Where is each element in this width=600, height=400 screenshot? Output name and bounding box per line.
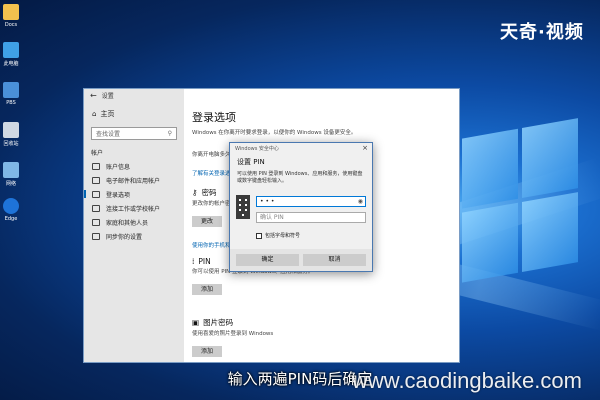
add-picture-password-button[interactable]: 添加 — [192, 346, 222, 357]
sidebar-home[interactable]: ⌂ 主页 — [84, 101, 184, 123]
dialog-description: 可以使用 PIN 登录到 Windows、应用和服务，使用键盘或数字键盘轻松输入… — [237, 171, 363, 184]
watermark: www.caodingbaike.com — [352, 368, 582, 393]
search-icon: ⚲ — [167, 130, 172, 137]
include-letters-checkbox-row[interactable]: 包括字母和符号 — [256, 232, 300, 239]
change-password-button[interactable]: 更改 — [192, 216, 222, 227]
sidebar-item-family[interactable]: 家庭和其他人员 — [84, 215, 184, 229]
computer-icon — [3, 42, 19, 58]
picture-password-text: 使用喜爱的照片登录到 Windows — [192, 331, 274, 337]
window-title: 设置 — [101, 92, 114, 100]
confirm-pin-input[interactable]: 确认 PIN — [256, 212, 366, 223]
key-icon — [92, 190, 100, 198]
titlebar: ← 设置 — [84, 89, 184, 101]
mail-icon — [92, 176, 100, 184]
include-letters-checkbox[interactable] — [256, 232, 262, 239]
sidebar-item-account-info[interactable]: 账户信息 — [84, 159, 184, 173]
brand-logo: 天奇·视频 — [500, 22, 584, 43]
picture-icon: ▣ — [192, 318, 200, 327]
desktop-icon-this-pc[interactable]: 此电脑 — [0, 42, 22, 67]
sidebar-item-label: 连接工作或学校帐户 — [106, 205, 161, 213]
dialog-footer: 确定 取消 — [230, 249, 372, 271]
sidebar-item-label: 同步你的设置 — [106, 233, 143, 241]
sidebar-item-work-school[interactable]: 连接工作或学校帐户 — [84, 201, 184, 215]
sidebar-item-label: 家庭和其他人员 — [106, 219, 149, 227]
sidebar-home-label: 主页 — [100, 110, 115, 118]
picture-password-heading: ▣ 图片密码 — [192, 318, 234, 327]
sidebar-item-sign-in-options[interactable]: 登录选项 — [84, 187, 184, 201]
sidebar-item-label: 登录选项 — [106, 191, 131, 199]
sidebar-item-sync[interactable]: 同步你的设置 — [84, 229, 184, 243]
cancel-button[interactable]: 取消 — [303, 254, 366, 266]
account-icon — [92, 162, 100, 170]
sidebar-section-heading: 帐户 — [91, 150, 104, 157]
desktop-icon-network[interactable]: 网络 — [0, 162, 22, 187]
back-arrow-icon[interactable]: ← — [90, 91, 97, 100]
sync-icon — [92, 232, 100, 240]
app-icon — [3, 82, 19, 98]
key-icon: ⚷ — [192, 188, 198, 197]
edge-browser-icon — [3, 198, 19, 214]
sidebar-item-label: 电子邮件和应用帐户 — [106, 177, 161, 185]
settings-search-input[interactable]: 查找设置 ⚲ — [91, 127, 177, 140]
set-pin-dialog: Windows 安全中心 × 设置 PIN 可以使用 PIN 登录到 Windo… — [229, 142, 373, 272]
sidebar-item-label: 账户信息 — [106, 163, 131, 171]
reveal-eye-icon[interactable]: ◉ — [358, 197, 363, 206]
network-icon — [3, 162, 19, 178]
settings-sidebar: ← 设置 ⌂ 主页 查找设置 ⚲ 帐户 账户信息 电子邮件和应用帐户 登录选项 … — [84, 89, 184, 362]
desktop-icon-pbs[interactable]: PBS — [0, 82, 22, 106]
dialog-heading: 设置 PIN — [237, 158, 265, 166]
briefcase-icon — [92, 204, 100, 212]
intro-text: Windows 在你离开时要求登录，以便你的 Windows 设备更安全。 — [192, 130, 357, 136]
new-pin-input[interactable]: • • • ◉ — [256, 196, 366, 207]
folder-icon — [3, 4, 19, 20]
desktop-icon-recycle-bin[interactable]: 回收站 — [0, 122, 22, 147]
page-title: 登录选项 — [192, 111, 236, 124]
keypad-icon: ⁞ — [192, 257, 195, 266]
home-icon: ⌂ — [92, 110, 97, 118]
keypad-icon — [236, 195, 250, 219]
people-icon — [92, 218, 100, 226]
ok-button[interactable]: 确定 — [236, 254, 299, 266]
desktop-icon-edge[interactable]: Edge — [0, 198, 22, 222]
recycle-bin-icon — [3, 122, 19, 138]
desktop-icon-docs[interactable]: Docs — [0, 4, 22, 28]
dialog-titlebar: Windows 安全中心 — [235, 146, 279, 152]
windows-logo-icon — [462, 117, 582, 288]
search-placeholder: 查找设置 — [96, 131, 121, 138]
close-icon[interactable]: × — [362, 144, 368, 152]
add-pin-button[interactable]: 添加 — [192, 284, 222, 295]
sidebar-item-email-accounts[interactable]: 电子邮件和应用帐户 — [84, 173, 184, 187]
checkbox-label: 包括字母和符号 — [265, 233, 301, 239]
